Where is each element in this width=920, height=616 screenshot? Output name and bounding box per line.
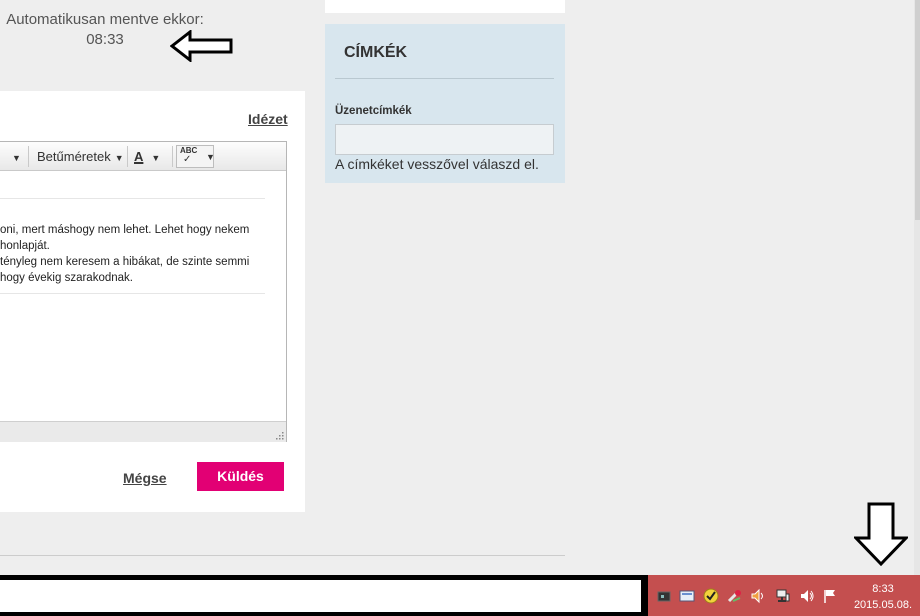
tags-hint: A címkéket vesszővel válaszd el. xyxy=(335,156,539,172)
text-color-button[interactable]: A ▼ xyxy=(134,147,160,166)
volume-icon[interactable] xyxy=(750,588,766,604)
send-button[interactable]: Küldés xyxy=(197,462,284,491)
editor-content[interactable]: oni, mert máshogy nem lehet. Lehet hogy … xyxy=(0,171,286,421)
chevron-down-icon: ▼ xyxy=(12,153,21,163)
tags-title: CÍMKÉK xyxy=(344,44,408,61)
editor-statusbar xyxy=(0,421,286,442)
scrollbar-thumb[interactable] xyxy=(915,0,920,220)
message-icon[interactable] xyxy=(679,588,695,604)
system-tray: 8:33 2015.05.08. xyxy=(648,575,920,616)
content-divider xyxy=(0,198,265,199)
battery-icon[interactable] xyxy=(656,588,672,604)
content-divider xyxy=(0,293,265,294)
content-line: oni, mert máshogy nem lehet. Lehet hogy … xyxy=(0,224,250,236)
arrow-left-icon xyxy=(170,30,233,62)
text-color-icon: A xyxy=(134,149,144,164)
content-line: honlapját. xyxy=(0,240,50,252)
autosave-label: Automatikusan mentve ekkor: xyxy=(6,11,204,28)
toolbar-separator xyxy=(172,146,173,167)
font-size-dropdown[interactable]: Betűméretek ▼ xyxy=(37,147,124,166)
rich-text-editor: ▼ Betűméretek ▼ A ▼ ABC ✓ ▼ oni, mert másh… xyxy=(0,141,287,442)
quote-link[interactable]: Idézet xyxy=(248,111,288,127)
clock-time: 8:33 xyxy=(872,583,894,595)
chevron-down-icon: ▼ xyxy=(114,153,124,163)
cancel-link[interactable]: Mégse xyxy=(123,470,167,486)
taskbar-clock[interactable]: 8:33 2015.05.08. xyxy=(848,575,920,616)
speaker-icon[interactable] xyxy=(799,588,815,604)
content-line: tényleg nem keresem a hibákat, de szinte… xyxy=(0,256,250,268)
tags-panel: CÍMKÉK Üzenetcímkék A címkéket vesszővel… xyxy=(325,24,565,183)
toolbar-separator xyxy=(127,146,128,167)
sidebar-card-bottom xyxy=(325,0,565,13)
font-size-label: Betűméretek xyxy=(37,149,111,164)
check-icon: ✓ xyxy=(183,154,192,165)
content-line: hogy évekig szarakodnak. xyxy=(0,272,133,284)
clock-date: 2015.05.08. xyxy=(853,599,913,611)
toolbar-separator xyxy=(28,146,29,167)
message-tags-input[interactable] xyxy=(335,124,554,155)
page-divider xyxy=(0,555,565,556)
toolbar-dropdown-caret[interactable]: ▼ xyxy=(8,147,21,166)
chevron-down-icon: ▼ xyxy=(151,153,161,163)
flag-icon[interactable] xyxy=(822,588,838,604)
checkmark-shield-icon[interactable] xyxy=(703,588,719,604)
taskbar-area[interactable] xyxy=(0,580,641,612)
tags-divider xyxy=(335,78,554,79)
tools-icon[interactable] xyxy=(727,588,743,604)
chevron-down-icon: ▼ xyxy=(206,152,215,162)
arrow-down-icon xyxy=(854,502,908,566)
network-icon[interactable] xyxy=(775,588,791,604)
resize-grip-icon[interactable] xyxy=(274,430,284,440)
spellcheck-button[interactable]: ABC ✓ ▼ xyxy=(176,145,215,168)
editor-toolbar: ▼ Betűméretek ▼ A ▼ ABC ✓ ▼ xyxy=(0,142,286,171)
message-tags-label: Üzenetcímkék xyxy=(335,105,412,117)
